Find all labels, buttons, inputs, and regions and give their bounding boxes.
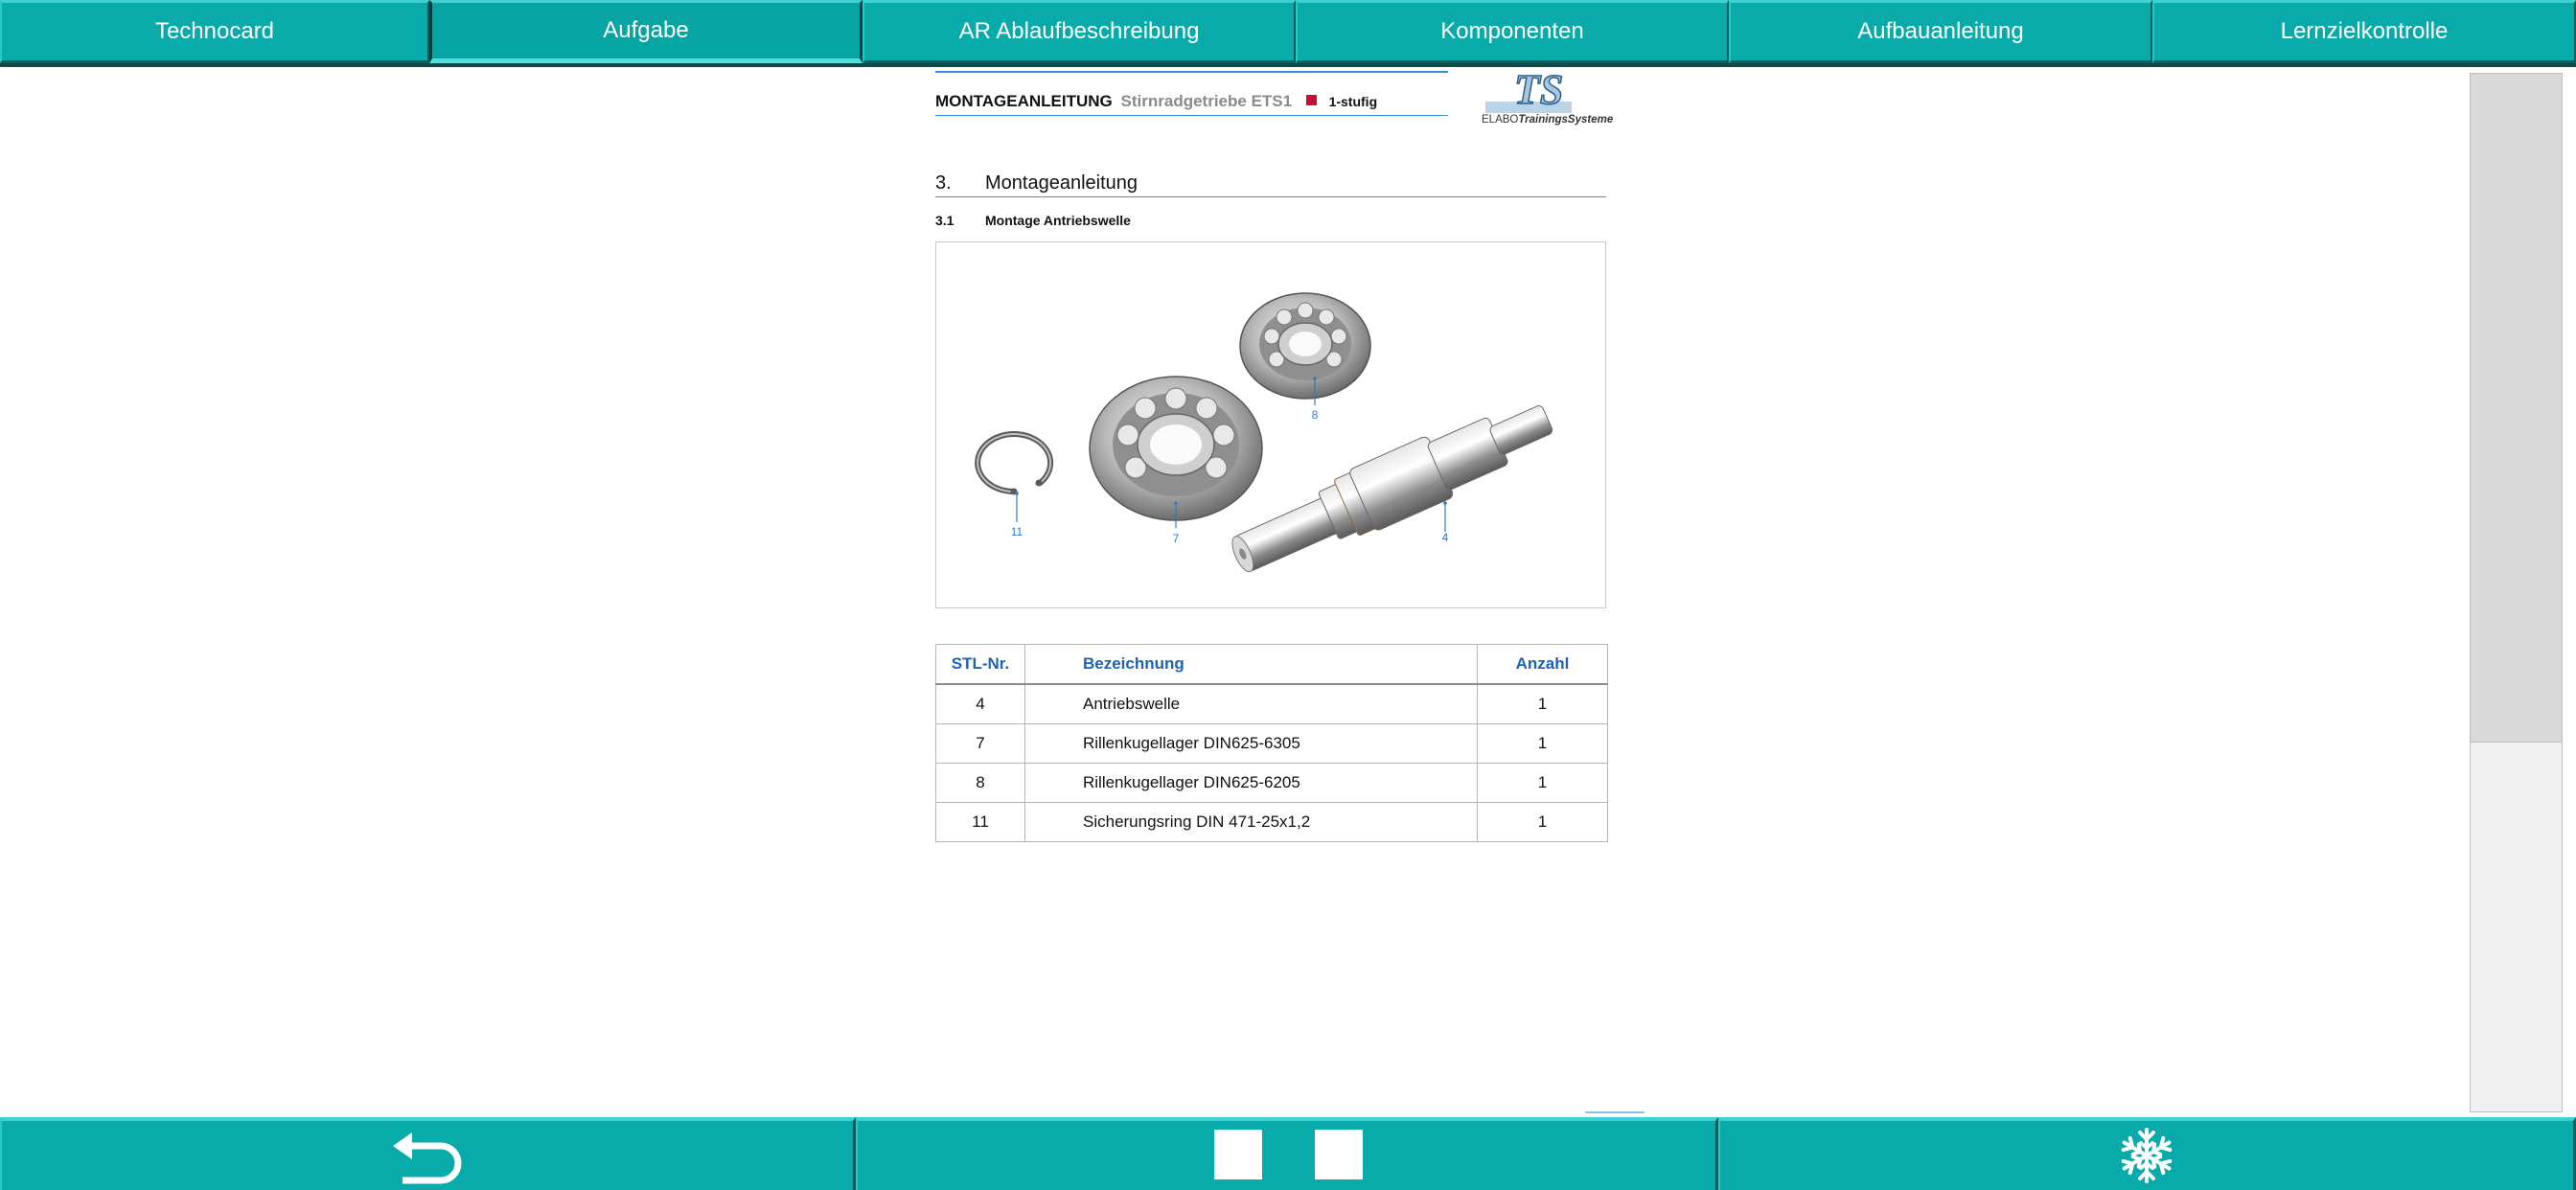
logo-mark: TS xyxy=(1514,66,1563,113)
table-row: 8 Rillenkugellager DIN625-6205 1 xyxy=(935,763,1608,803)
subsection-number: 3.1 xyxy=(935,213,954,228)
callout-label: 4 xyxy=(1442,531,1449,544)
retaining-ring xyxy=(975,431,1054,495)
top-tab-bar: Technocard Aufgabe AR Ablaufbeschreibung… xyxy=(0,0,2576,67)
drive-shaft xyxy=(1231,405,1553,573)
logo-text-a: ELABO xyxy=(1482,114,1519,126)
cell-stl: 11 xyxy=(935,802,1025,842)
tab-aufbauanleitung[interactable]: Aufbauanleitung xyxy=(1729,0,2152,63)
pause-button[interactable] xyxy=(856,1117,1718,1190)
subsection-title: Montage Antriebswelle xyxy=(985,213,1131,228)
freeze-button[interactable] xyxy=(1718,1117,2576,1190)
cell-anzahl: 1 xyxy=(1477,763,1608,803)
header-title: MONTAGEANLEITUNG xyxy=(935,92,1113,110)
column-header-stl: STL-Nr. xyxy=(935,644,1025,685)
header-rule-top xyxy=(935,71,1448,73)
tab-label: Komponenten xyxy=(1440,18,1584,44)
callout-label: 11 xyxy=(1011,525,1024,538)
tab-label: Aufbauanleitung xyxy=(1857,18,2024,44)
cell-stl: 4 xyxy=(935,683,1025,724)
column-header-bezeichnung: Bezeichnung xyxy=(1024,644,1478,685)
logo-wordmark: ELABOTrainingsSysteme xyxy=(1482,114,1613,126)
tab-lernzielkontrolle[interactable]: Lernzielkontrolle xyxy=(2152,0,2576,63)
red-square-marker xyxy=(1305,95,1317,105)
bottom-toolbar xyxy=(0,1117,2576,1190)
document-page: MONTAGEANLEITUNG Stirnradgetriebe ETS1 1… xyxy=(935,65,1644,1113)
cell-stl: 8 xyxy=(935,763,1025,803)
column-header-anzahl: Anzahl xyxy=(1477,644,1608,685)
bearing-large xyxy=(1089,376,1263,521)
cell-anzahl: 1 xyxy=(1477,802,1608,842)
cell-bezeichnung: Antriebswelle xyxy=(1024,683,1478,724)
tab-label: Technocard xyxy=(154,18,275,44)
parts-figure: 8 11 7 4 xyxy=(935,241,1606,608)
tab-label: Aufgabe xyxy=(603,17,689,43)
table-header-row: STL-Nr. Bezeichnung Anzahl xyxy=(935,644,1608,685)
tab-aufgabe[interactable]: Aufgabe xyxy=(429,0,862,63)
tab-label: Lernzielkontrolle xyxy=(2280,18,2449,44)
document-header: MONTAGEANLEITUNG Stirnradgetriebe ETS1 1… xyxy=(935,92,1377,111)
tab-ar-ablaufbeschreibung[interactable]: AR Ablaufbeschreibung xyxy=(862,0,1296,63)
snowflake-icon xyxy=(2119,1128,2174,1183)
subsection-heading: 3.1 Montage Antriebswelle xyxy=(935,213,1131,228)
section-title: Montageanleitung xyxy=(985,172,1138,194)
tab-label: AR Ablaufbeschreibung xyxy=(958,18,1200,44)
header-variant: 1-stufig xyxy=(1328,94,1378,109)
cell-anzahl: 1 xyxy=(1477,683,1608,724)
vertical-scrollbar[interactable] xyxy=(2470,73,2563,1112)
pause-icon-right-bar xyxy=(1315,1130,1363,1179)
cell-anzahl: 1 xyxy=(1477,723,1608,764)
bearing-small xyxy=(1239,292,1371,400)
section-number: 3. xyxy=(935,172,952,194)
back-arrow-icon xyxy=(393,1133,462,1184)
parts-table: STL-Nr. Bezeichnung Anzahl 4 Antriebswel… xyxy=(935,644,1608,842)
parts-illustration: 8 11 7 4 xyxy=(975,292,1553,573)
callout-label: 7 xyxy=(1173,532,1180,545)
logo-text-b: TrainingsSysteme xyxy=(1518,114,1614,126)
cell-bezeichnung: Rillenkugellager DIN625-6305 xyxy=(1024,723,1478,764)
section-heading: 3. Montageanleitung xyxy=(935,172,1606,197)
header-subtitle: Stirnradgetriebe ETS1 xyxy=(1120,92,1293,110)
table-row: 11 Sicherungsring DIN 471-25x1,2 1 xyxy=(935,802,1608,842)
scrollbar-thumb[interactable] xyxy=(2471,74,2562,743)
tab-komponenten[interactable]: Komponenten xyxy=(1296,0,1729,63)
cell-stl: 7 xyxy=(935,723,1025,764)
cell-bezeichnung: Sicherungsring DIN 471-25x1,2 xyxy=(1024,802,1478,842)
callout-label: 8 xyxy=(1312,408,1319,422)
back-button[interactable] xyxy=(0,1117,856,1190)
table-row: 7 Rillenkugellager DIN625-6305 1 xyxy=(935,723,1608,764)
table-row: 4 Antriebswelle 1 xyxy=(935,683,1608,724)
page-edge-marker xyxy=(1585,1111,1644,1113)
cell-bezeichnung: Rillenkugellager DIN625-6205 xyxy=(1024,763,1478,803)
tab-technocard[interactable]: Technocard xyxy=(0,0,429,63)
pause-icon-left-bar xyxy=(1214,1130,1262,1179)
header-rule-bottom xyxy=(935,115,1448,116)
